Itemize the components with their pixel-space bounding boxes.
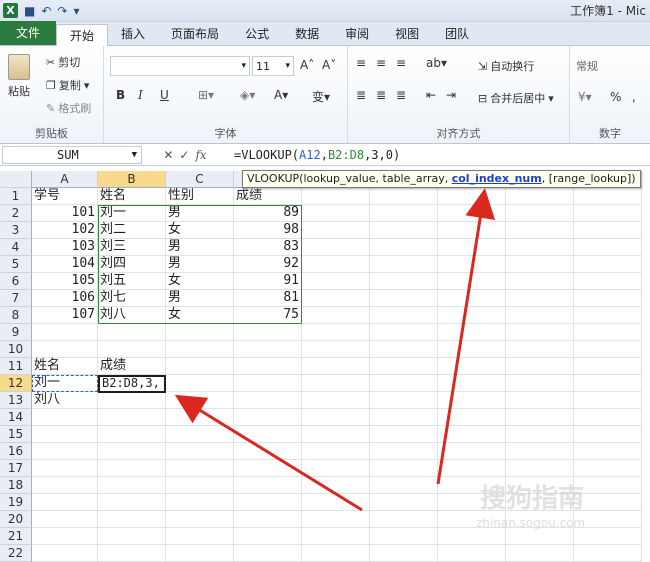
arrow-to-cell bbox=[174, 394, 363, 512]
arrow-to-tooltip bbox=[436, 188, 496, 485]
annotation-arrows bbox=[174, 188, 496, 512]
